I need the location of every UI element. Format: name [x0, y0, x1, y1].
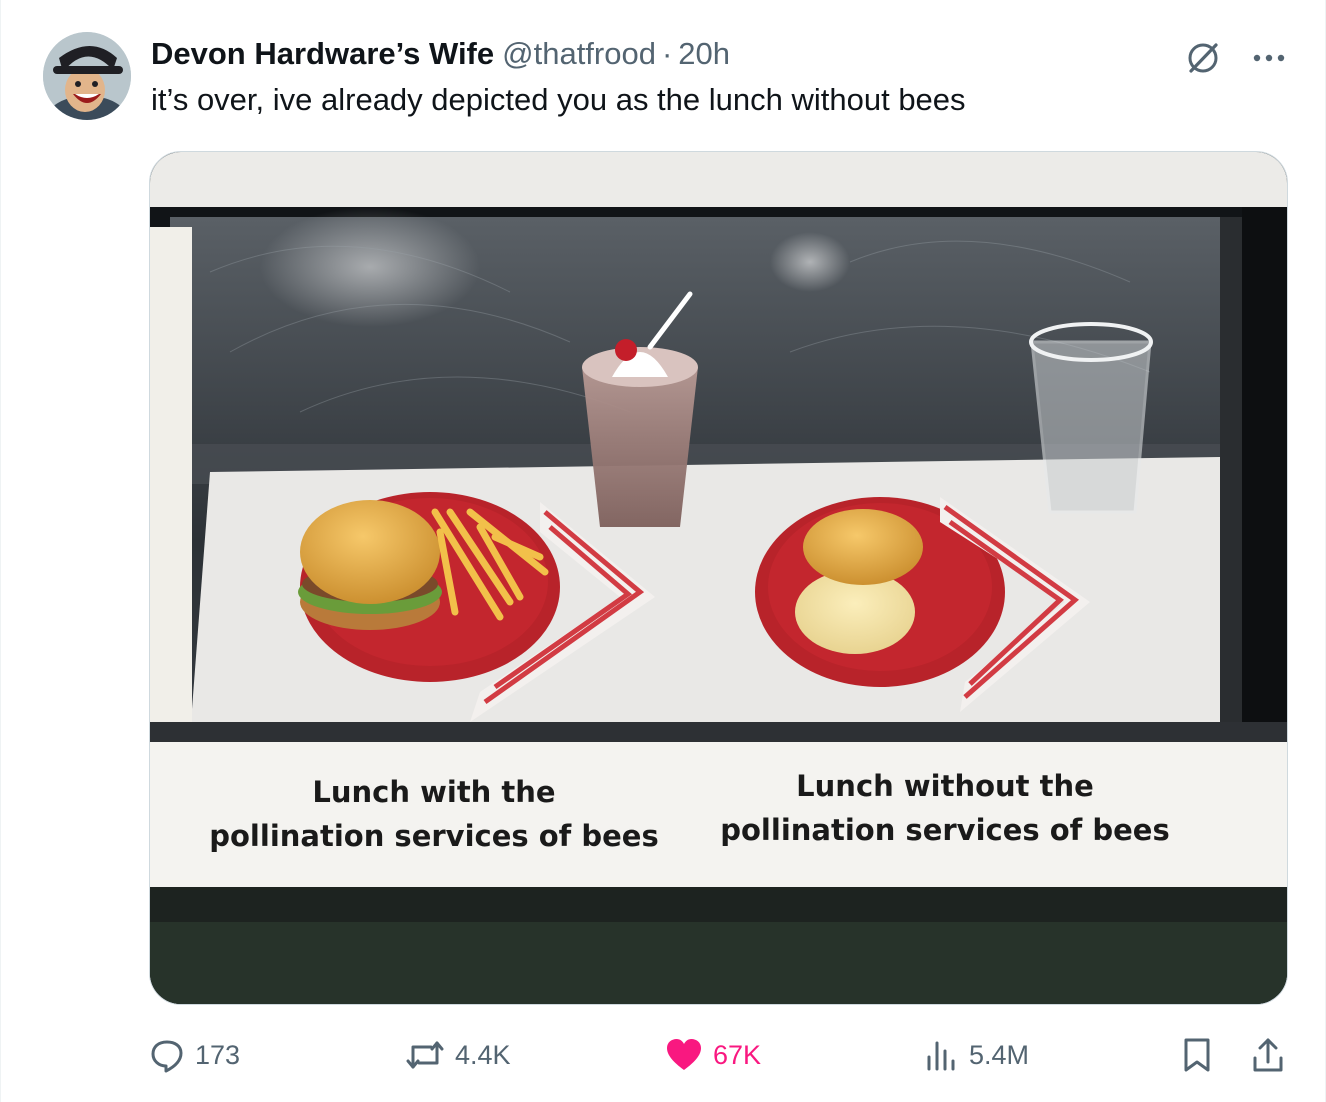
grok-icon[interactable] [1183, 38, 1223, 78]
like-count: 67K [713, 1039, 762, 1070]
post-image[interactable] [149, 151, 1288, 1005]
header-separator: · [661, 36, 673, 71]
share-button[interactable] [1251, 1036, 1285, 1079]
author-handle[interactable]: @thatfrood [502, 36, 656, 72]
reply-count: 173 [195, 1039, 241, 1070]
views-button[interactable]: 5.4M [923, 1030, 1029, 1080]
post-timestamp[interactable]: 20h [678, 36, 730, 72]
museum-display-photo [150, 152, 1287, 1004]
views-icon [927, 1041, 955, 1071]
repost-icon [406, 1041, 444, 1069]
more-icon[interactable] [1249, 38, 1289, 78]
like-button[interactable]: 67K [665, 1030, 761, 1080]
reply-icon [151, 1040, 183, 1073]
action-bar: 173 4.4K 67K 5.4M [1, 1030, 1326, 1080]
bookmark-button[interactable] [1181, 1036, 1213, 1079]
caption-left-line1: Lunch with the [312, 775, 556, 809]
tweet-card[interactable]: Devon Hardware’s Wife @thatfrood · 20h i… [0, 0, 1326, 1102]
author-name[interactable]: Devon Hardware’s Wife [151, 36, 494, 72]
tweet-header: Devon Hardware’s Wife @thatfrood · 20h [151, 34, 730, 74]
caption-right-line2: pollination services of bees [720, 813, 1170, 847]
caption-right: Lunch without the pollination services o… [715, 764, 1175, 852]
avatar[interactable] [43, 32, 131, 120]
post-text: it’s over, ive already depicted you as t… [151, 82, 966, 117]
caption-left: Lunch with the pollination services of b… [149, 770, 719, 858]
bookmark-icon [1184, 1038, 1210, 1072]
caption-right-line1: Lunch without the [796, 769, 1094, 803]
repost-button[interactable]: 4.4K [405, 1030, 511, 1080]
views-count: 5.4M [969, 1039, 1030, 1070]
repost-count: 4.4K [455, 1039, 511, 1070]
reply-button[interactable]: 173 [149, 1030, 240, 1080]
caption-left-line2: pollination services of bees [209, 819, 659, 853]
avatar-image [43, 32, 131, 120]
heart-icon [667, 1039, 701, 1070]
share-icon [1253, 1038, 1283, 1072]
